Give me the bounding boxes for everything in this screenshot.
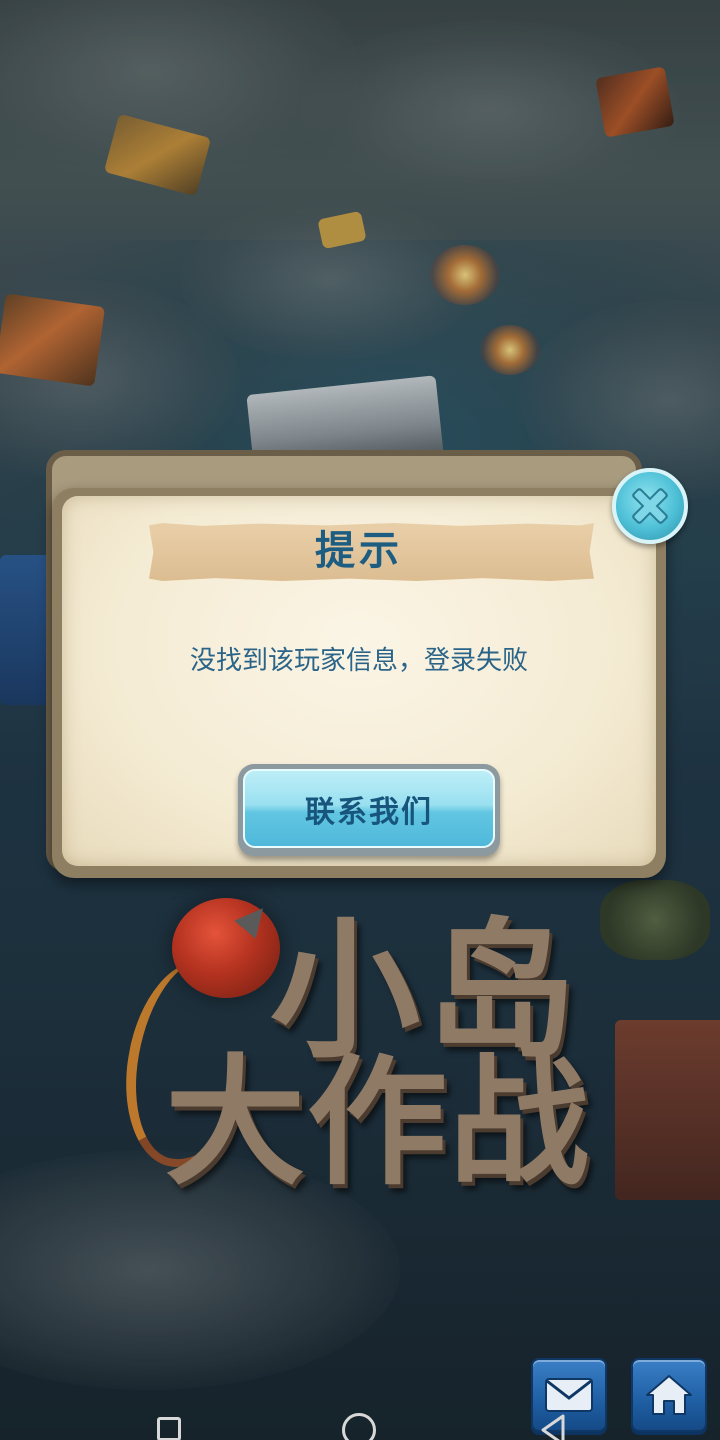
dialog-message: 没找到该玩家信息，登录失败 — [189, 646, 528, 676]
home-circle-icon[interactable] — [342, 1413, 376, 1440]
back-triangle-icon[interactable] — [540, 1413, 566, 1440]
system-navigation-bar — [0, 1405, 720, 1440]
alert-dialog: 提示 没找到该玩家信息，登录失败 联系我们 — [52, 488, 666, 878]
game-logo-line-2: 大作战 — [165, 1042, 592, 1205]
recent-apps-icon[interactable] — [157, 1417, 181, 1440]
dialog-title: 提示 — [315, 528, 403, 574]
contact-us-button-label: 联系我们 — [305, 794, 433, 830]
game-screen: 小岛 大作战 提示 没找到该玩家信息，登录失败 联系我们 — [0, 0, 720, 1440]
dialog-body: 提示 没找到该玩家信息，登录失败 联系我们 — [62, 496, 656, 866]
contact-us-button[interactable]: 联系我们 — [238, 764, 500, 856]
contact-us-button-face[interactable]: 联系我们 — [243, 769, 495, 848]
close-button[interactable] — [612, 468, 688, 544]
close-icon — [632, 488, 668, 524]
